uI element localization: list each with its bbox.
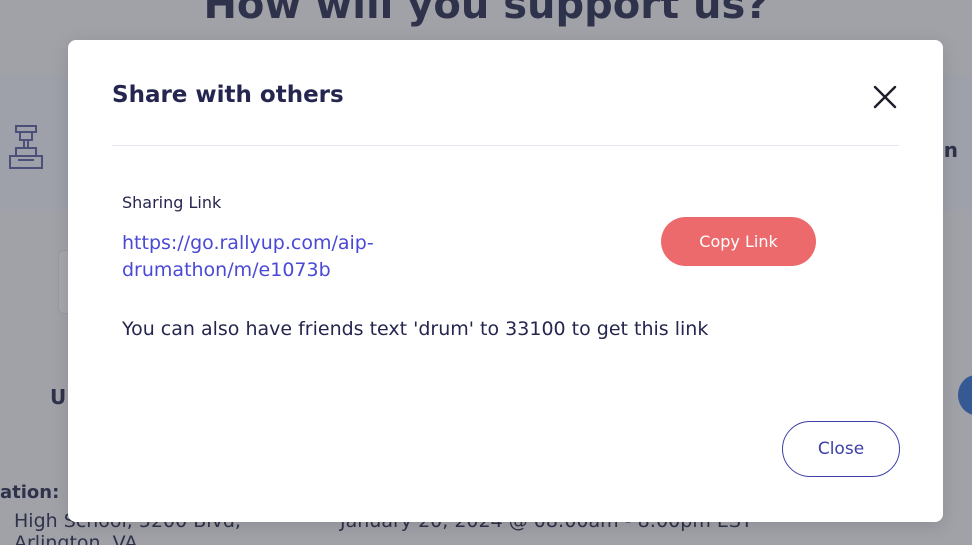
copy-link-button[interactable]: Copy Link (661, 217, 816, 266)
close-button[interactable]: Close (782, 421, 900, 477)
sharing-url-link[interactable]: https://go.rallyup.com/aip-drumathon/m/e… (122, 230, 462, 284)
sharing-link-label: Sharing Link (122, 193, 222, 212)
modal-title: Share with others (112, 82, 344, 108)
text-to-get-link-note: You can also have friends text 'drum' to… (122, 318, 709, 340)
modal-divider (112, 145, 899, 146)
close-icon[interactable] (872, 84, 898, 110)
page: How will you support us? n U ation: High… (0, 0, 972, 545)
share-modal: Share with others Sharing Link https://g… (68, 40, 943, 522)
